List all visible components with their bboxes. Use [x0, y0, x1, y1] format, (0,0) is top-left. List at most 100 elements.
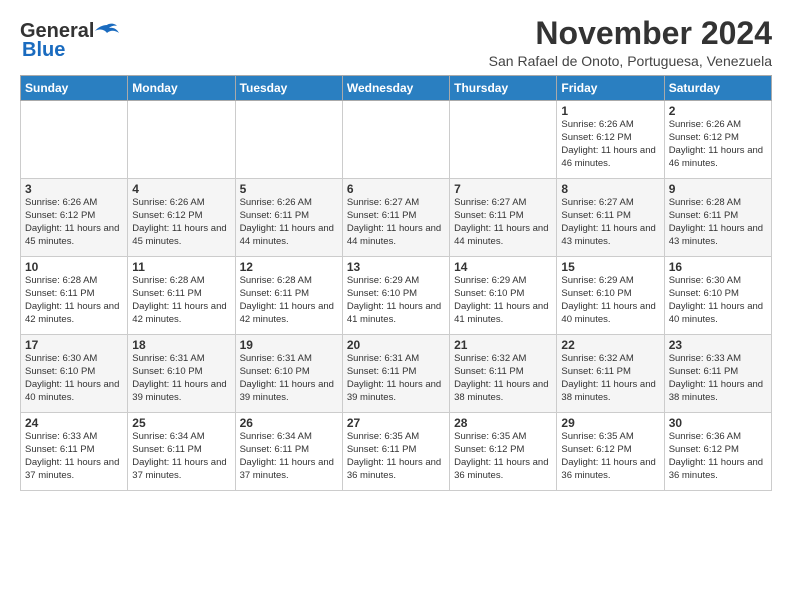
- day-number: 19: [240, 338, 338, 352]
- day-number: 17: [25, 338, 123, 352]
- day-cell-1-1: 4 Sunrise: 6:26 AMSunset: 6:12 PMDayligh…: [128, 179, 235, 257]
- day-number: 28: [454, 416, 552, 430]
- page: General Blue November 2024 San Rafael de…: [0, 0, 792, 501]
- header-monday: Monday: [128, 76, 235, 101]
- day-number: 9: [669, 182, 767, 196]
- day-cell-1-2: 5 Sunrise: 6:26 AMSunset: 6:11 PMDayligh…: [235, 179, 342, 257]
- day-cell-3-6: 23 Sunrise: 6:33 AMSunset: 6:11 PMDaylig…: [664, 335, 771, 413]
- day-info: Sunrise: 6:31 AMSunset: 6:10 PMDaylight:…: [240, 353, 338, 404]
- day-cell-0-4: [450, 101, 557, 179]
- day-info: Sunrise: 6:27 AMSunset: 6:11 PMDaylight:…: [561, 197, 659, 248]
- day-number: 13: [347, 260, 445, 274]
- logo: General Blue: [20, 20, 119, 62]
- header-tuesday: Tuesday: [235, 76, 342, 101]
- day-info: Sunrise: 6:33 AMSunset: 6:11 PMDaylight:…: [25, 431, 123, 482]
- day-number: 6: [347, 182, 445, 196]
- day-number: 27: [347, 416, 445, 430]
- week-row-0: 1 Sunrise: 6:26 AMSunset: 6:12 PMDayligh…: [21, 101, 772, 179]
- day-cell-4-3: 27 Sunrise: 6:35 AMSunset: 6:11 PMDaylig…: [342, 413, 449, 491]
- day-info: Sunrise: 6:27 AMSunset: 6:11 PMDaylight:…: [454, 197, 552, 248]
- day-info: Sunrise: 6:34 AMSunset: 6:11 PMDaylight:…: [132, 431, 230, 482]
- day-number: 5: [240, 182, 338, 196]
- day-info: Sunrise: 6:26 AMSunset: 6:12 PMDaylight:…: [132, 197, 230, 248]
- day-number: 4: [132, 182, 230, 196]
- day-info: Sunrise: 6:35 AMSunset: 6:12 PMDaylight:…: [454, 431, 552, 482]
- day-number: 15: [561, 260, 659, 274]
- day-number: 24: [25, 416, 123, 430]
- day-info: Sunrise: 6:26 AMSunset: 6:12 PMDaylight:…: [561, 119, 659, 170]
- day-info: Sunrise: 6:29 AMSunset: 6:10 PMDaylight:…: [347, 275, 445, 326]
- header: General Blue November 2024 San Rafael de…: [20, 16, 772, 69]
- location-subtitle: San Rafael de Onoto, Portuguesa, Venezue…: [489, 53, 772, 69]
- day-number: 7: [454, 182, 552, 196]
- header-sunday: Sunday: [21, 76, 128, 101]
- day-cell-2-0: 10 Sunrise: 6:28 AMSunset: 6:11 PMDaylig…: [21, 257, 128, 335]
- day-number: 10: [25, 260, 123, 274]
- day-number: 30: [669, 416, 767, 430]
- day-number: 18: [132, 338, 230, 352]
- calendar-table: Sunday Monday Tuesday Wednesday Thursday…: [20, 75, 772, 491]
- day-number: 14: [454, 260, 552, 274]
- week-row-4: 24 Sunrise: 6:33 AMSunset: 6:11 PMDaylig…: [21, 413, 772, 491]
- day-cell-4-0: 24 Sunrise: 6:33 AMSunset: 6:11 PMDaylig…: [21, 413, 128, 491]
- day-info: Sunrise: 6:31 AMSunset: 6:10 PMDaylight:…: [132, 353, 230, 404]
- day-number: 26: [240, 416, 338, 430]
- day-cell-0-5: 1 Sunrise: 6:26 AMSunset: 6:12 PMDayligh…: [557, 101, 664, 179]
- day-cell-4-4: 28 Sunrise: 6:35 AMSunset: 6:12 PMDaylig…: [450, 413, 557, 491]
- day-cell-2-5: 15 Sunrise: 6:29 AMSunset: 6:10 PMDaylig…: [557, 257, 664, 335]
- day-info: Sunrise: 6:26 AMSunset: 6:12 PMDaylight:…: [669, 119, 767, 170]
- title-block: November 2024 San Rafael de Onoto, Portu…: [489, 16, 772, 69]
- day-cell-2-4: 14 Sunrise: 6:29 AMSunset: 6:10 PMDaylig…: [450, 257, 557, 335]
- day-cell-2-3: 13 Sunrise: 6:29 AMSunset: 6:10 PMDaylig…: [342, 257, 449, 335]
- day-info: Sunrise: 6:26 AMSunset: 6:12 PMDaylight:…: [25, 197, 123, 248]
- day-number: 12: [240, 260, 338, 274]
- day-cell-3-5: 22 Sunrise: 6:32 AMSunset: 6:11 PMDaylig…: [557, 335, 664, 413]
- day-info: Sunrise: 6:28 AMSunset: 6:11 PMDaylight:…: [25, 275, 123, 326]
- header-thursday: Thursday: [450, 76, 557, 101]
- day-cell-0-0: [21, 101, 128, 179]
- day-number: 20: [347, 338, 445, 352]
- day-info: Sunrise: 6:36 AMSunset: 6:12 PMDaylight:…: [669, 431, 767, 482]
- day-cell-4-5: 29 Sunrise: 6:35 AMSunset: 6:12 PMDaylig…: [557, 413, 664, 491]
- day-cell-2-2: 12 Sunrise: 6:28 AMSunset: 6:11 PMDaylig…: [235, 257, 342, 335]
- day-info: Sunrise: 6:28 AMSunset: 6:11 PMDaylight:…: [240, 275, 338, 326]
- logo-bird-icon: [95, 23, 119, 41]
- day-info: Sunrise: 6:32 AMSunset: 6:11 PMDaylight:…: [561, 353, 659, 404]
- day-number: 3: [25, 182, 123, 196]
- day-info: Sunrise: 6:27 AMSunset: 6:11 PMDaylight:…: [347, 197, 445, 248]
- logo-blue-text: Blue: [22, 39, 65, 62]
- day-cell-0-1: [128, 101, 235, 179]
- day-info: Sunrise: 6:34 AMSunset: 6:11 PMDaylight:…: [240, 431, 338, 482]
- day-cell-3-3: 20 Sunrise: 6:31 AMSunset: 6:11 PMDaylig…: [342, 335, 449, 413]
- day-cell-4-2: 26 Sunrise: 6:34 AMSunset: 6:11 PMDaylig…: [235, 413, 342, 491]
- day-number: 16: [669, 260, 767, 274]
- day-cell-1-3: 6 Sunrise: 6:27 AMSunset: 6:11 PMDayligh…: [342, 179, 449, 257]
- week-row-1: 3 Sunrise: 6:26 AMSunset: 6:12 PMDayligh…: [21, 179, 772, 257]
- day-cell-1-0: 3 Sunrise: 6:26 AMSunset: 6:12 PMDayligh…: [21, 179, 128, 257]
- day-info: Sunrise: 6:32 AMSunset: 6:11 PMDaylight:…: [454, 353, 552, 404]
- header-friday: Friday: [557, 76, 664, 101]
- week-row-2: 10 Sunrise: 6:28 AMSunset: 6:11 PMDaylig…: [21, 257, 772, 335]
- day-info: Sunrise: 6:28 AMSunset: 6:11 PMDaylight:…: [669, 197, 767, 248]
- day-info: Sunrise: 6:29 AMSunset: 6:10 PMDaylight:…: [561, 275, 659, 326]
- day-number: 2: [669, 104, 767, 118]
- day-cell-3-1: 18 Sunrise: 6:31 AMSunset: 6:10 PMDaylig…: [128, 335, 235, 413]
- header-saturday: Saturday: [664, 76, 771, 101]
- day-cell-3-4: 21 Sunrise: 6:32 AMSunset: 6:11 PMDaylig…: [450, 335, 557, 413]
- day-cell-2-6: 16 Sunrise: 6:30 AMSunset: 6:10 PMDaylig…: [664, 257, 771, 335]
- day-info: Sunrise: 6:30 AMSunset: 6:10 PMDaylight:…: [25, 353, 123, 404]
- day-cell-1-6: 9 Sunrise: 6:28 AMSunset: 6:11 PMDayligh…: [664, 179, 771, 257]
- day-cell-3-2: 19 Sunrise: 6:31 AMSunset: 6:10 PMDaylig…: [235, 335, 342, 413]
- day-number: 11: [132, 260, 230, 274]
- month-title: November 2024: [489, 16, 772, 51]
- day-number: 8: [561, 182, 659, 196]
- weekday-header-row: Sunday Monday Tuesday Wednesday Thursday…: [21, 76, 772, 101]
- week-row-3: 17 Sunrise: 6:30 AMSunset: 6:10 PMDaylig…: [21, 335, 772, 413]
- day-cell-0-3: [342, 101, 449, 179]
- day-number: 21: [454, 338, 552, 352]
- day-info: Sunrise: 6:30 AMSunset: 6:10 PMDaylight:…: [669, 275, 767, 326]
- day-cell-4-1: 25 Sunrise: 6:34 AMSunset: 6:11 PMDaylig…: [128, 413, 235, 491]
- day-cell-3-0: 17 Sunrise: 6:30 AMSunset: 6:10 PMDaylig…: [21, 335, 128, 413]
- day-cell-1-5: 8 Sunrise: 6:27 AMSunset: 6:11 PMDayligh…: [557, 179, 664, 257]
- day-info: Sunrise: 6:29 AMSunset: 6:10 PMDaylight:…: [454, 275, 552, 326]
